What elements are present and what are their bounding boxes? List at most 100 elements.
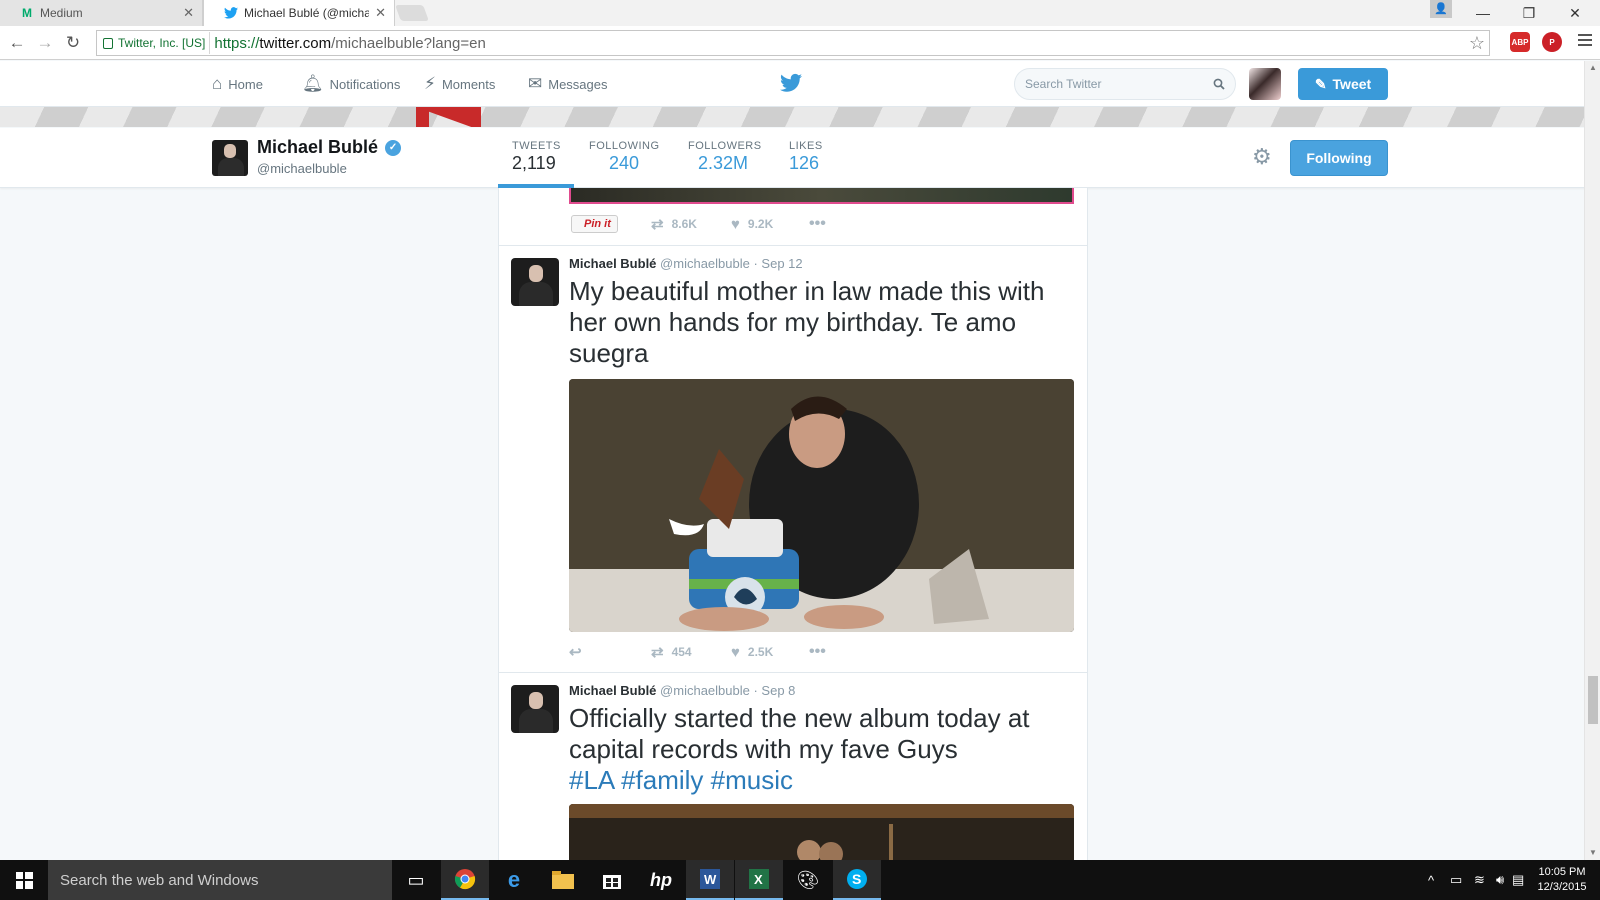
scroll-down-icon[interactable]: ▼ bbox=[1589, 848, 1597, 857]
ev-certificate-badge[interactable]: Twitter, Inc. [US] bbox=[99, 32, 211, 54]
tweet[interactable]: Michael Bublé @michaelbuble · Sep 12 My … bbox=[499, 245, 1087, 672]
tweet-header: Michael Bublé @michaelbuble · Sep 8 bbox=[569, 683, 795, 698]
nav-messages[interactable]: ✉ Messages bbox=[528, 61, 608, 107]
tweet-avatar[interactable] bbox=[511, 685, 559, 733]
tweet-author-handle[interactable]: @michaelbuble bbox=[660, 683, 750, 698]
edge-icon[interactable]: e bbox=[490, 860, 538, 900]
volume-icon[interactable]: 🔊︎ bbox=[1496, 860, 1504, 900]
retweet-action[interactable]: ⇄ 454 bbox=[651, 643, 692, 661]
compose-tweet-button[interactable]: ✎ Tweet bbox=[1298, 68, 1388, 100]
chrome-icon[interactable] bbox=[441, 860, 489, 900]
taskbar-search-input[interactable] bbox=[60, 871, 380, 889]
tweet-date[interactable]: · Sep 12 bbox=[753, 256, 802, 271]
profile-handle[interactable]: @michaelbuble bbox=[257, 161, 347, 176]
paint-icon[interactable]: 🎨︎ bbox=[784, 860, 832, 900]
scroll-up-icon[interactable]: ▲ bbox=[1589, 63, 1597, 72]
restore-icon[interactable]: ❐ bbox=[1506, 0, 1552, 26]
tweet-photo[interactable] bbox=[569, 379, 1074, 632]
hp-icon[interactable]: hp bbox=[637, 860, 685, 900]
scrollbar-thumb[interactable] bbox=[1588, 676, 1598, 724]
windows-taskbar: ▭ e hp W X 🎨︎ S ^ ▭ ≋ 🔊︎ ▤ 10:05 PM 12/3… bbox=[0, 860, 1600, 900]
more-icon[interactable]: ••• bbox=[809, 643, 826, 661]
profile-name-text: Michael Bublé bbox=[257, 137, 379, 157]
search-icon[interactable] bbox=[1213, 78, 1225, 90]
retweet-action[interactable]: ⇄ 8.6K bbox=[651, 215, 697, 233]
task-view-icon[interactable]: ▭ bbox=[392, 860, 440, 900]
new-tab-button[interactable] bbox=[395, 5, 429, 21]
stat-likes[interactable]: LIKES 126 bbox=[789, 128, 839, 188]
url-host: twitter.com bbox=[259, 34, 332, 52]
show-hidden-icons-icon[interactable]: ^ bbox=[1428, 860, 1434, 900]
profile-avatar[interactable] bbox=[212, 140, 248, 176]
address-bar[interactable]: Twitter, Inc. [US] https://twitter.com/m… bbox=[96, 30, 1490, 56]
battery-icon[interactable]: ▭ bbox=[1450, 860, 1462, 900]
stat-value: 126 bbox=[789, 153, 820, 173]
profile-name[interactable]: Michael Bublé ✓ bbox=[257, 137, 402, 158]
url-text[interactable]: https://twitter.com/michaelbuble?lang=en bbox=[214, 35, 485, 52]
hashtag-link[interactable]: #LA bbox=[569, 765, 614, 795]
close-window-icon[interactable]: ✕ bbox=[1552, 0, 1598, 26]
header-image-detail bbox=[416, 107, 481, 127]
nav-home-label: Home bbox=[228, 76, 263, 92]
previous-tweet-photo[interactable] bbox=[569, 188, 1074, 204]
tab-title: Medium bbox=[40, 6, 83, 20]
tweet-photo[interactable] bbox=[569, 804, 1074, 860]
minimize-icon[interactable]: — bbox=[1460, 0, 1506, 26]
profile-icon[interactable]: 👤 bbox=[1430, 0, 1452, 18]
user-avatar[interactable] bbox=[1249, 68, 1281, 100]
file-explorer-icon[interactable] bbox=[539, 860, 587, 900]
gear-icon[interactable]: ⚙ bbox=[1252, 144, 1272, 170]
more-icon[interactable]: ••• bbox=[809, 215, 826, 233]
stat-tweets[interactable]: TWEETS 2,119 bbox=[498, 128, 574, 188]
chrome-menu-icon[interactable] bbox=[1578, 34, 1592, 49]
skype-icon[interactable]: S bbox=[833, 860, 881, 900]
like-action[interactable]: ♥ 9.2K bbox=[731, 216, 773, 233]
url-scheme: https:// bbox=[214, 34, 260, 52]
taskbar-clock[interactable]: 10:05 PM 12/3/2015 bbox=[1530, 865, 1594, 895]
reload-icon[interactable]: ↻ bbox=[62, 32, 84, 54]
pinterest-icon[interactable]: P bbox=[1542, 32, 1562, 52]
tweet-author-handle[interactable]: @michaelbuble bbox=[660, 256, 750, 271]
hashtag-link[interactable]: #music bbox=[711, 765, 793, 795]
excel-icon[interactable]: X bbox=[735, 860, 783, 900]
tweet-text: Officially started the new album today a… bbox=[569, 703, 1079, 796]
clock-date: 12/3/2015 bbox=[1537, 881, 1587, 893]
word-icon[interactable]: W bbox=[686, 860, 734, 900]
retweet-icon: ⇄ bbox=[651, 644, 664, 661]
tweet-author-name[interactable]: Michael Bublé bbox=[569, 683, 656, 698]
bookmark-star-icon[interactable]: ☆ bbox=[1465, 33, 1489, 54]
tab-medium[interactable]: M Medium ✕ bbox=[0, 0, 203, 26]
action-center-icon[interactable]: ▤ bbox=[1512, 860, 1524, 900]
tweet-avatar[interactable] bbox=[511, 258, 559, 306]
following-button[interactable]: Following bbox=[1290, 140, 1388, 176]
like-action[interactable]: ♥ 2.5K bbox=[731, 644, 773, 661]
forward-icon[interactable]: → bbox=[34, 32, 56, 54]
wifi-icon[interactable]: ≋ bbox=[1474, 860, 1485, 900]
close-tab-icon[interactable]: ✕ bbox=[375, 5, 386, 21]
twitter-bird-icon[interactable] bbox=[780, 73, 802, 93]
pin-it-button[interactable]: Pin it bbox=[571, 215, 618, 233]
start-button[interactable] bbox=[0, 860, 48, 900]
retweet-count: 454 bbox=[671, 645, 692, 659]
like-count: 2.5K bbox=[747, 645, 774, 659]
stat-following[interactable]: FOLLOWING 240 bbox=[589, 128, 673, 188]
page-scrollbar[interactable]: ▲ ▼ bbox=[1584, 61, 1600, 860]
tweet-author-name[interactable]: Michael Bublé bbox=[569, 256, 656, 271]
reply-action[interactable]: ↩ bbox=[569, 643, 590, 661]
like-count: 9.2K bbox=[747, 217, 774, 231]
stat-followers[interactable]: FOLLOWERS 2.32M bbox=[688, 128, 772, 188]
adblock-icon[interactable]: ABP bbox=[1510, 32, 1530, 52]
store-icon[interactable] bbox=[588, 860, 636, 900]
nav-moments[interactable]: ⚡︎ Moments bbox=[424, 61, 495, 107]
nav-notifications[interactable]: 🔔︎ Notifications bbox=[302, 61, 400, 107]
profile-header-image bbox=[0, 107, 1590, 127]
tweet-date[interactable]: · Sep 8 bbox=[753, 683, 795, 698]
browser-tab-strip: M Medium ✕ Michael Bublé (@michaelb ✕ 👤 … bbox=[0, 0, 1600, 26]
close-tab-icon[interactable]: ✕ bbox=[183, 5, 194, 21]
tweet[interactable]: Michael Bublé @michaelbuble · Sep 8 Offi… bbox=[499, 672, 1087, 860]
back-icon[interactable]: ← bbox=[6, 32, 28, 54]
nav-home[interactable]: ⌂ Home bbox=[212, 61, 263, 107]
search-input[interactable] bbox=[1025, 77, 1213, 91]
hashtag-link[interactable]: #family bbox=[621, 765, 703, 795]
tab-twitter[interactable]: Michael Bublé (@michaelb ✕ bbox=[203, 0, 395, 26]
